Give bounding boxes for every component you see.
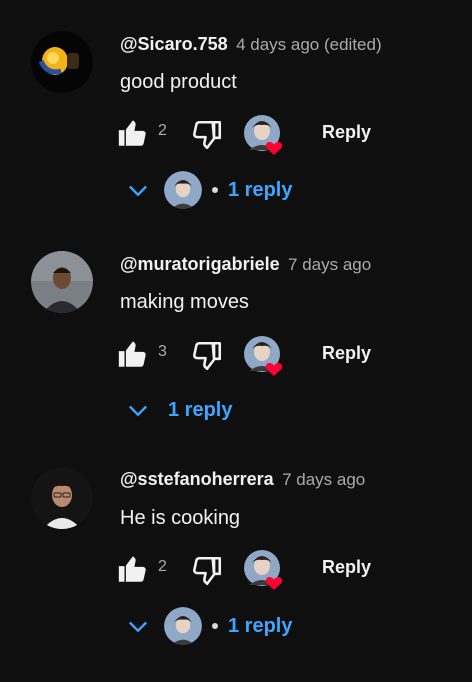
thumbs-up-icon [118,341,146,367]
thumbs-down-icon [193,120,222,150]
thumbs-down-icon [193,556,222,586]
chevron-down-icon [129,405,147,417]
creator-avatar [164,607,202,645]
commenter-avatar[interactable] [31,31,93,93]
view-replies-button[interactable]: 1 reply [124,170,292,210]
comment-author[interactable]: @sstefanoherrera [120,469,274,489]
like-button[interactable] [116,116,150,150]
thumbs-up-icon [118,120,146,146]
comment-text: good product [120,71,237,93]
comment-author[interactable]: @muratorigabriele [120,254,280,274]
view-replies-button[interactable]: 1 reply [124,606,292,646]
like-count: 2 [158,122,167,139]
like-button[interactable] [116,552,150,586]
comment-timestamp[interactable]: 7 days ago [288,255,371,274]
dislike-button[interactable] [190,554,224,588]
commenter-avatar[interactable] [31,251,93,313]
reply-button[interactable]: Reply [322,343,371,364]
thumbs-up-icon [118,556,146,582]
creator-heart-badge [243,335,285,377]
separator-dot [212,187,218,193]
like-count: 3 [158,343,167,360]
reply-button[interactable]: Reply [322,122,371,143]
dislike-button[interactable] [190,118,224,152]
creator-avatar [164,171,202,209]
chevron-down-icon [129,621,147,633]
commenter-avatar[interactable] [31,467,93,529]
dislike-button[interactable] [190,339,224,373]
creator-heart-badge [243,114,285,156]
comment-header: @muratorigabriele 7 days ago [120,254,371,275]
creator-heart-badge [243,549,285,591]
reply-count-label[interactable]: 1 reply [228,179,292,202]
comment-text: making moves [120,291,249,313]
like-count: 2 [158,558,167,575]
comment-header: @Sicaro.758 4 days ago (edited) [120,34,382,55]
comment-author[interactable]: @Sicaro.758 [120,34,228,54]
chevron-down-icon [129,185,147,197]
comment-header: @sstefanoherrera 7 days ago [120,469,365,490]
thumbs-down-icon [193,341,222,371]
comment-timestamp[interactable]: 4 days ago (edited) [236,35,382,54]
comment-text: He is cooking [120,507,241,529]
comment-timestamp[interactable]: 7 days ago [282,470,365,489]
like-button[interactable] [116,337,150,371]
separator-dot [212,623,218,629]
reply-count-label[interactable]: 1 reply [228,615,292,638]
view-replies-button[interactable]: 1 reply [124,390,232,430]
reply-button[interactable]: Reply [322,557,371,578]
reply-count-label[interactable]: 1 reply [168,399,232,422]
